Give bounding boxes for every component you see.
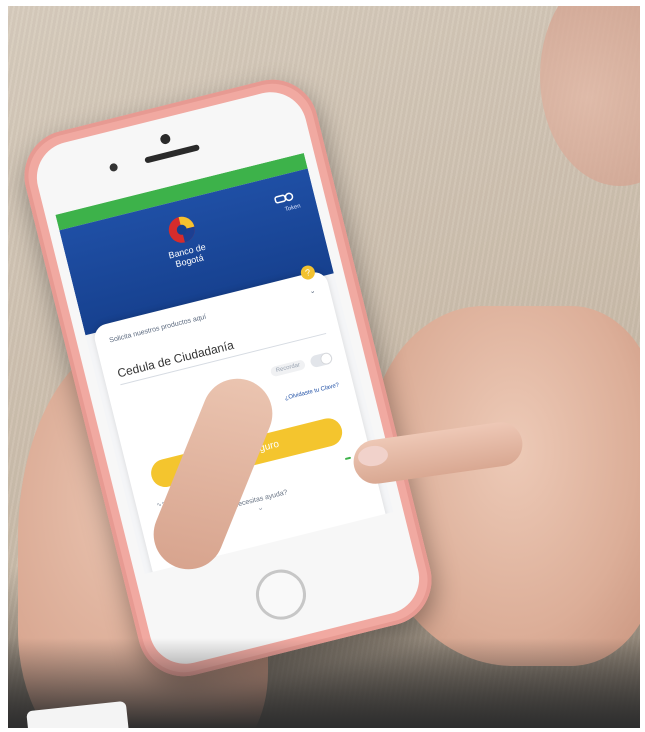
front-camera-icon <box>159 133 172 146</box>
bank-logo-icon <box>168 216 195 243</box>
remember-label: Recordar <box>270 359 307 378</box>
security-badge <box>344 456 352 460</box>
toggle-knob <box>320 352 333 365</box>
remember-toggle[interactable] <box>309 351 334 369</box>
products-prompt[interactable]: Solicita nuestros productos aquí <box>109 314 208 346</box>
photo-background: Banco de Bogotá Token ? Solicita nuestro… <box>8 6 640 728</box>
person-shoulder <box>540 6 640 186</box>
home-button[interactable] <box>250 564 312 625</box>
token-label[interactable]: Token <box>284 203 301 213</box>
chevron-down-icon[interactable]: ⌄ <box>309 286 316 295</box>
earpiece <box>144 144 201 164</box>
sensor-icon <box>108 162 119 173</box>
